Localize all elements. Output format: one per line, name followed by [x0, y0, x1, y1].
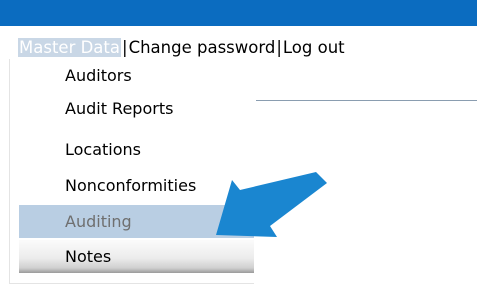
top-bar: [0, 0, 477, 26]
menu-log-out[interactable]: Log out: [283, 38, 345, 57]
main-menu: Master Data | Change password | Log out: [18, 36, 345, 58]
dropdown-item-audit-reports[interactable]: Audit Reports: [19, 92, 254, 125]
menu-separator: |: [122, 37, 128, 57]
menu-change-password[interactable]: Change password: [129, 38, 276, 57]
dropdown-item-auditing[interactable]: Auditing: [19, 205, 254, 238]
menu-master-data[interactable]: Master Data: [18, 37, 121, 57]
dropdown-item-notes[interactable]: Notes: [19, 240, 254, 273]
dropdown-item-nonconformities[interactable]: Nonconformities: [19, 169, 254, 202]
master-data-dropdown: Auditors Audit Reports Locations Nonconf…: [9, 59, 254, 284]
dropdown-item-locations[interactable]: Locations: [19, 133, 254, 166]
page: Master Data | Change password | Log out …: [0, 0, 477, 295]
divider-line: [256, 100, 477, 101]
dropdown-item-auditors[interactable]: Auditors: [19, 59, 254, 92]
menu-separator: |: [276, 37, 282, 57]
